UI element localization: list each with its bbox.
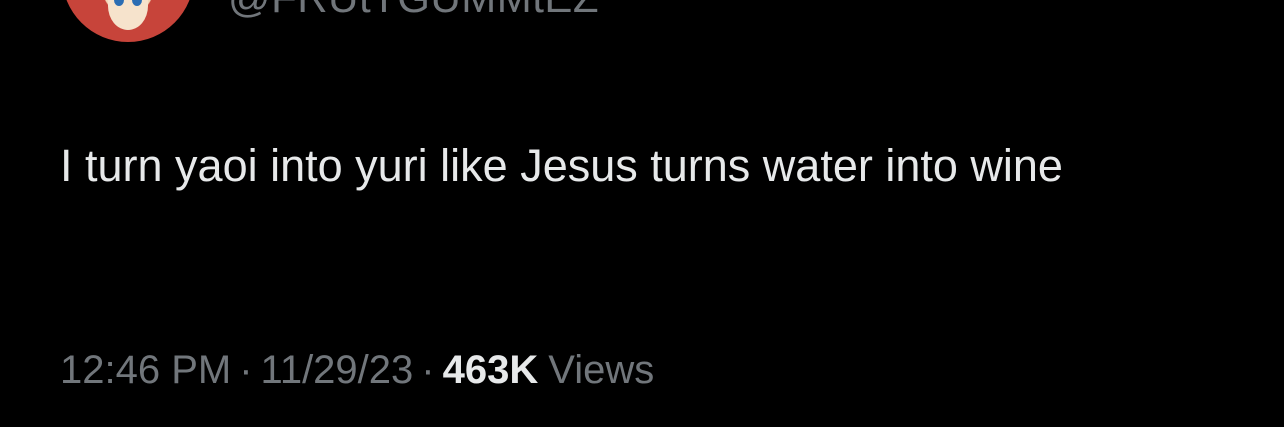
tweet-detail: @FRUtTGUMMtEZ I turn yaoi into yuri like… [0,0,1284,427]
views-label: Views [548,348,655,392]
author-handle[interactable]: @FRUtTGUMMtEZ [228,0,599,22]
tweet-date[interactable]: 11/29/23 [261,348,414,392]
tweet-meta: 12:46 PM · 11/29/23 · 463K Views [60,344,654,396]
meta-separator: · [239,348,253,392]
views-count[interactable]: 463K [443,348,549,392]
meta-separator: · [421,348,435,392]
avatar-face [108,0,148,30]
tweet-text: I turn yaoi into yuri like Jesus turns w… [60,140,1063,191]
tweet-time[interactable]: 12:46 PM [60,348,231,392]
avatar[interactable] [62,0,194,42]
